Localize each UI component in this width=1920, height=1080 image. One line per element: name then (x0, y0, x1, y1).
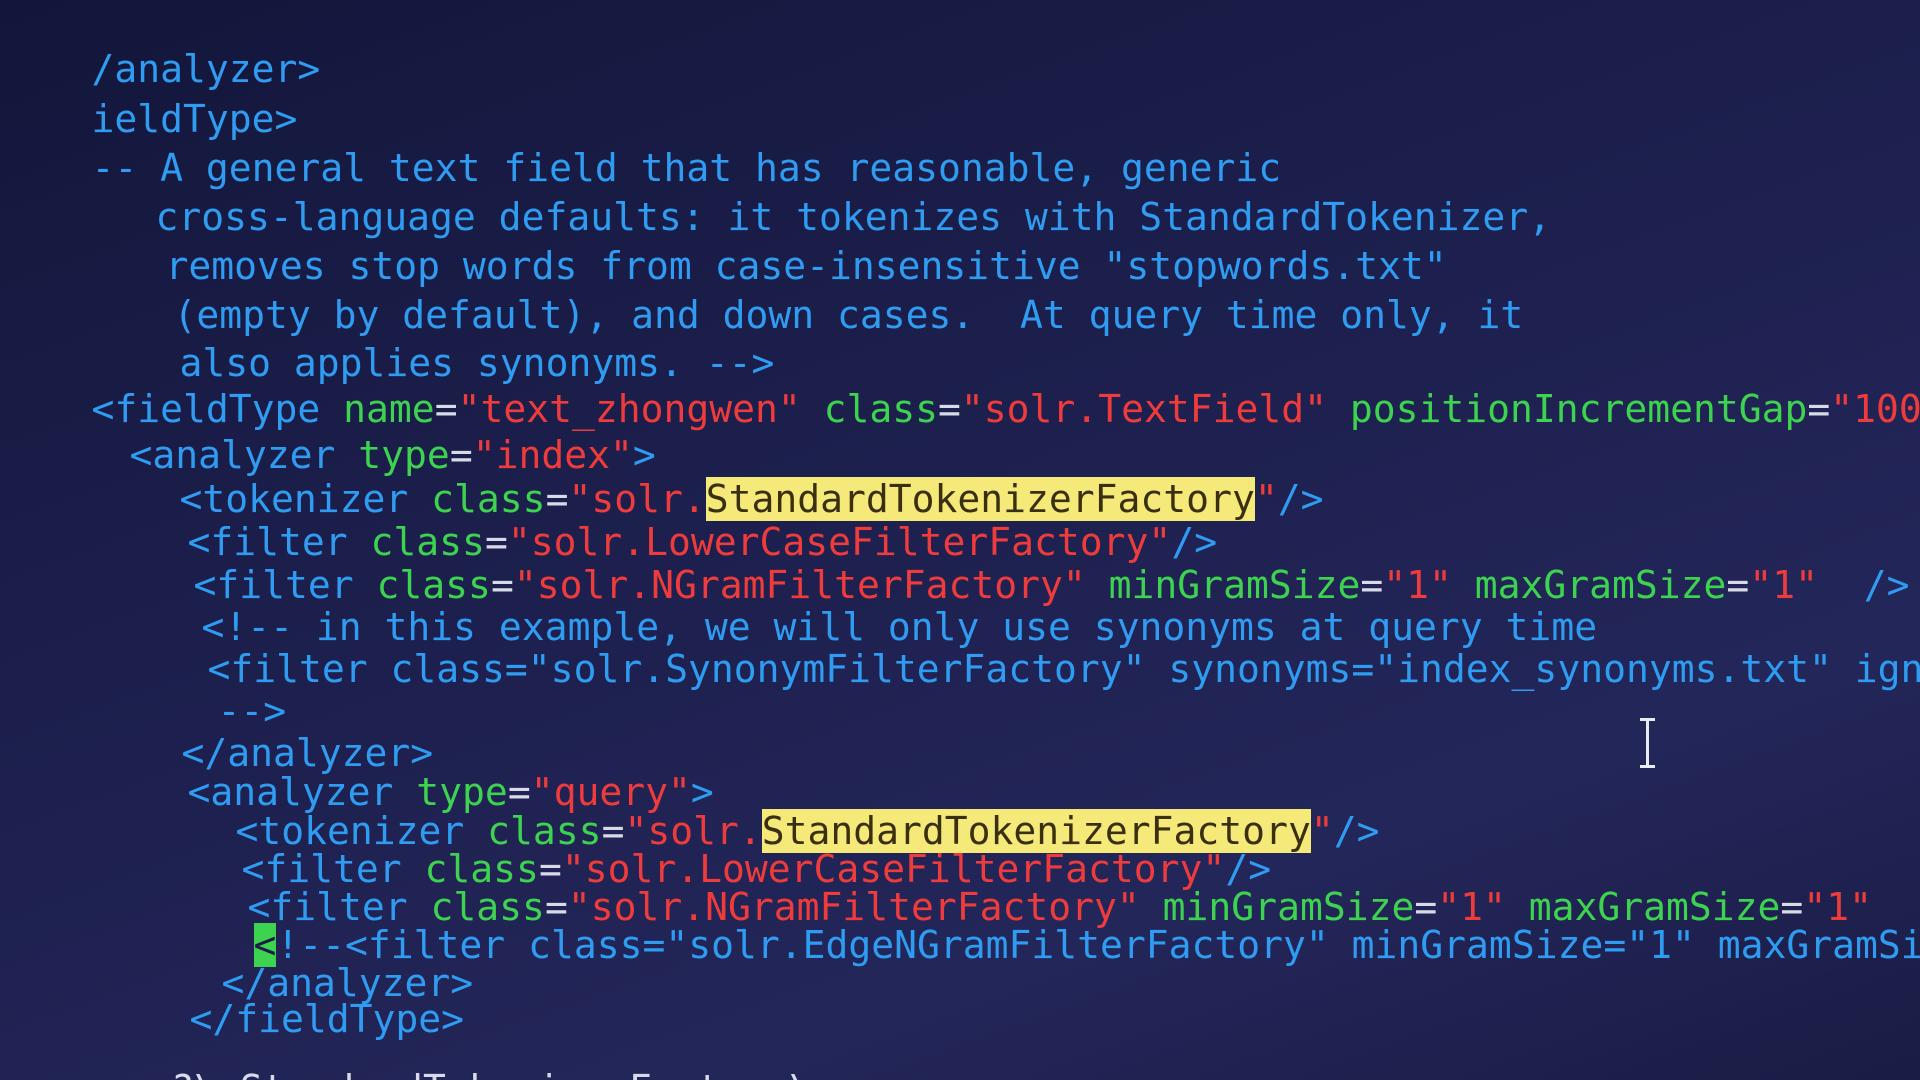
code-line: /analyzer> (0, 0, 321, 91)
code-line: <tokenizer class="solr.StandardTokenizer… (88, 430, 1323, 521)
command-line[interactable]: ?\<StandardTokenizerFactory\> (0, 1020, 1920, 1080)
code-comment-line: <filter class="solr.SynonymFilterFactory… (116, 600, 1920, 691)
code-token: "solr.TextField" (960, 387, 1327, 431)
code-comment-line: (empty by default), and down cases. At q… (82, 246, 1524, 337)
code-line: <filter class="solr.LowerCaseFilterFacto… (96, 473, 1218, 564)
search-command[interactable]: ?\<StandardTokenizerFactory\> (34, 1020, 834, 1080)
code-line: </fieldType> (98, 950, 465, 1041)
code-token: positionIncrementGap (1326, 387, 1808, 431)
code-comment-line: also applies synonyms. --> (88, 294, 775, 385)
code-token: !--<filter class="solr.EdgeNGramFilterFa… (276, 923, 1920, 967)
code-line: <filter class="solr.NGramFilterFactory" … (102, 516, 1910, 607)
code-token: class (800, 387, 939, 431)
code-token: "100" (1830, 387, 1920, 431)
i-beam-cursor-icon (1640, 718, 1655, 768)
code-line: <analyzer type="index"> (38, 386, 656, 477)
code-token: " (1254, 477, 1278, 521)
code-token: = (1807, 387, 1831, 431)
search-command-text: ?\<StandardTokenizerFactory\> (171, 1067, 834, 1080)
code-comment-line: -- A general text field that has reasona… (0, 99, 1282, 190)
code-comment-line: --> (126, 642, 287, 733)
code-comment-line: removes stop words from case-insensitive… (74, 197, 1447, 288)
code-comment-line: cross-language defaults: it tokenizes wi… (64, 148, 1552, 239)
code-line: ieldType> (0, 50, 298, 141)
terminal-editor[interactable]: /analyzer> ieldType> -- A general text f… (0, 0, 1920, 1080)
code-line: <fieldType name="text_zhongwen" class="s… (0, 340, 1920, 431)
code-comment-line: <!-- in this example, we will only use s… (110, 558, 1598, 649)
code-token: /> (1277, 477, 1324, 521)
code-token: <filter class="solr.SynonymFilterFactory… (207, 647, 1920, 691)
code-token: = (938, 387, 961, 431)
